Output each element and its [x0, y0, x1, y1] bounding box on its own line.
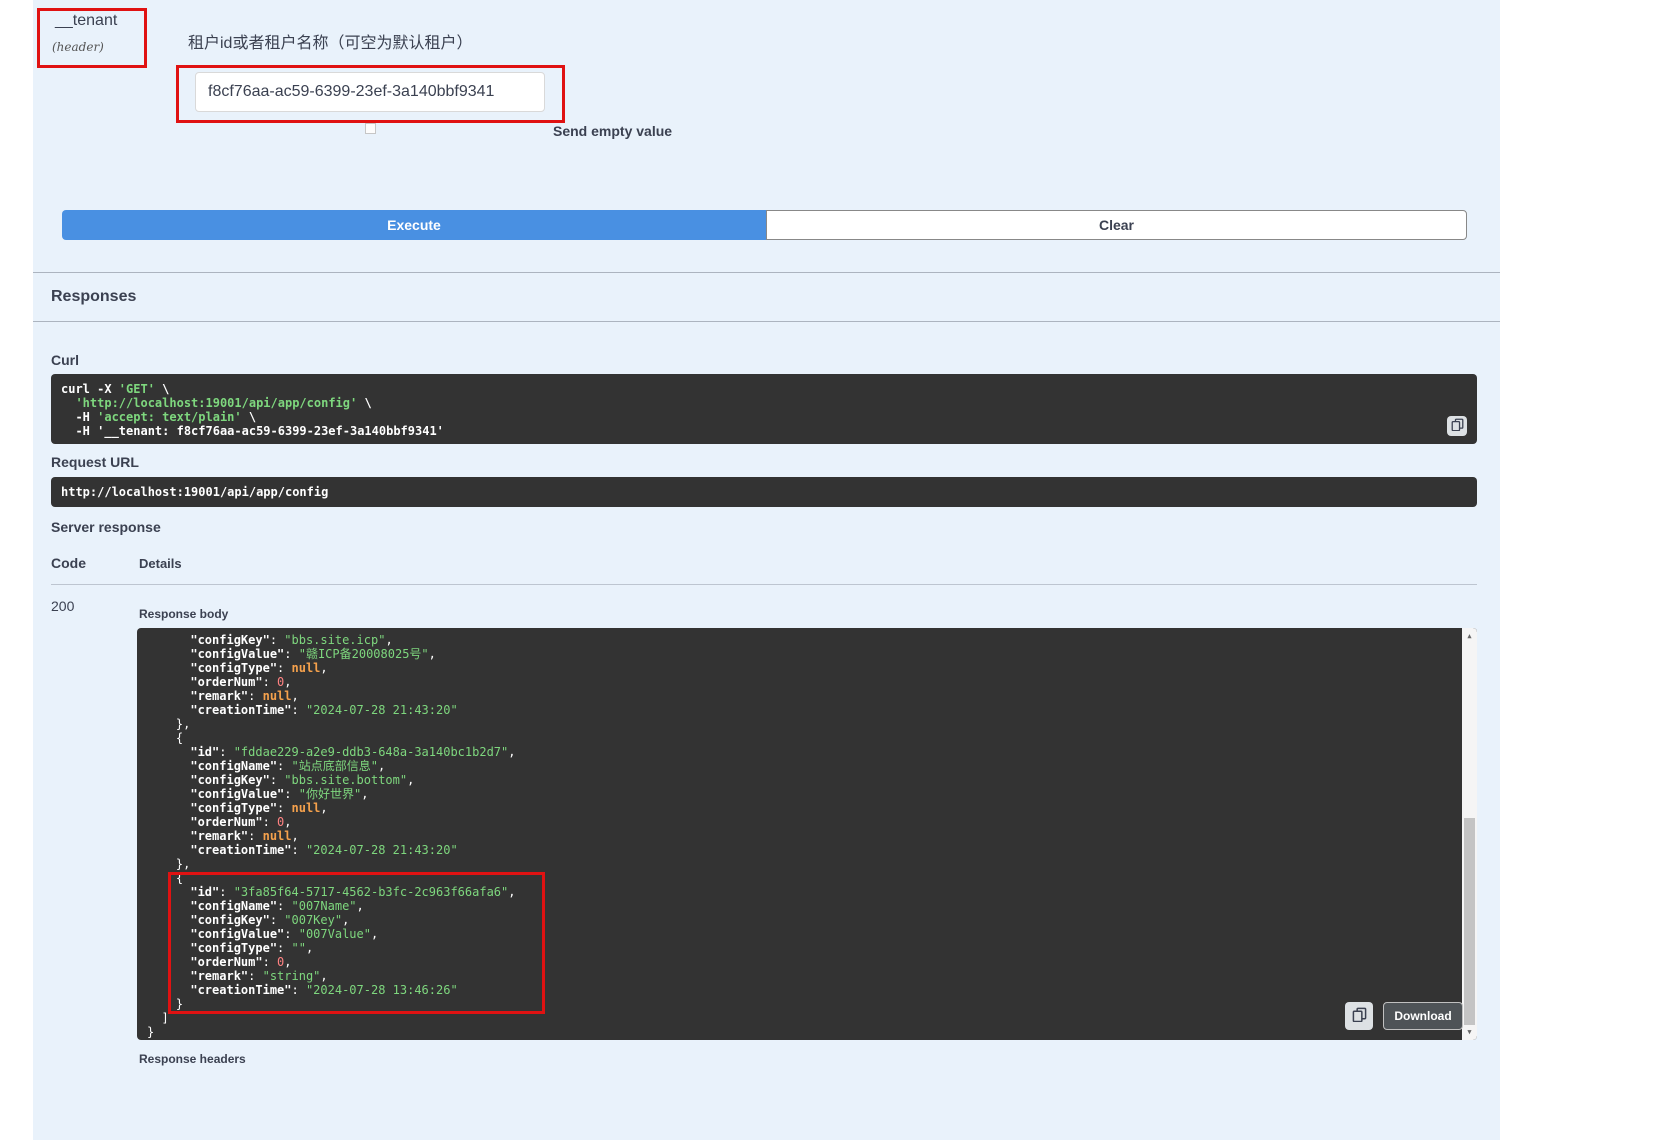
swagger-page: __tenant (header) 租户id或者租户名称（可空为默认租户） Se…	[0, 0, 1667, 1140]
parameter-description: 租户id或者租户名称（可空为默认租户）	[188, 29, 472, 53]
send-empty-value-checkbox[interactable]	[365, 123, 376, 134]
curl-label: Curl	[51, 352, 79, 368]
scrollbar-thumb[interactable]	[1464, 818, 1475, 1025]
send-empty-value-label: Send empty value	[553, 123, 672, 139]
clear-button[interactable]: Clear	[766, 210, 1467, 240]
response-body-block: "configKey": "bbs.site.icp", "configValu…	[137, 628, 1477, 1040]
response-body-json: "configKey": "bbs.site.icp", "configValu…	[147, 633, 1462, 1039]
request-url-block: http://localhost:19001/api/app/config	[51, 477, 1477, 507]
scroll-up-icon[interactable]: ▲	[1462, 628, 1477, 644]
endpoint-panel: __tenant (header) 租户id或者租户名称（可空为默认租户） Se…	[33, 0, 1500, 1140]
curl-command-block: curl -X 'GET' \ 'http://localhost:19001/…	[51, 374, 1477, 444]
download-button[interactable]: Download	[1383, 1002, 1463, 1030]
server-response-label: Server response	[51, 519, 161, 535]
response-scrollbar[interactable]: ▲ ▼	[1462, 628, 1477, 1040]
responses-section-header: Responses	[33, 272, 1500, 322]
execute-button[interactable]: Execute	[62, 210, 766, 240]
parameter-location: (header)	[52, 40, 104, 54]
scroll-down-icon[interactable]: ▼	[1462, 1024, 1477, 1040]
tenant-input[interactable]	[195, 72, 545, 112]
curl-command-text: curl -X 'GET' \ 'http://localhost:19001/…	[61, 382, 1467, 438]
details-column-header: Details	[139, 556, 182, 571]
clipboard-icon	[1451, 418, 1464, 434]
response-body-label: Response body	[139, 607, 228, 621]
parameter-name: __tenant	[55, 12, 117, 30]
table-header-divider	[51, 584, 1477, 585]
responses-title: Responses	[51, 288, 136, 306]
code-column-header: Code	[51, 555, 86, 571]
status-code: 200	[51, 598, 74, 614]
request-url-value: http://localhost:19001/api/app/config	[61, 485, 328, 499]
response-headers-label: Response headers	[139, 1052, 246, 1066]
copy-response-button[interactable]	[1345, 1002, 1373, 1030]
clipboard-icon	[1352, 1007, 1367, 1025]
request-url-label: Request URL	[51, 454, 139, 470]
copy-curl-button[interactable]	[1447, 416, 1467, 436]
